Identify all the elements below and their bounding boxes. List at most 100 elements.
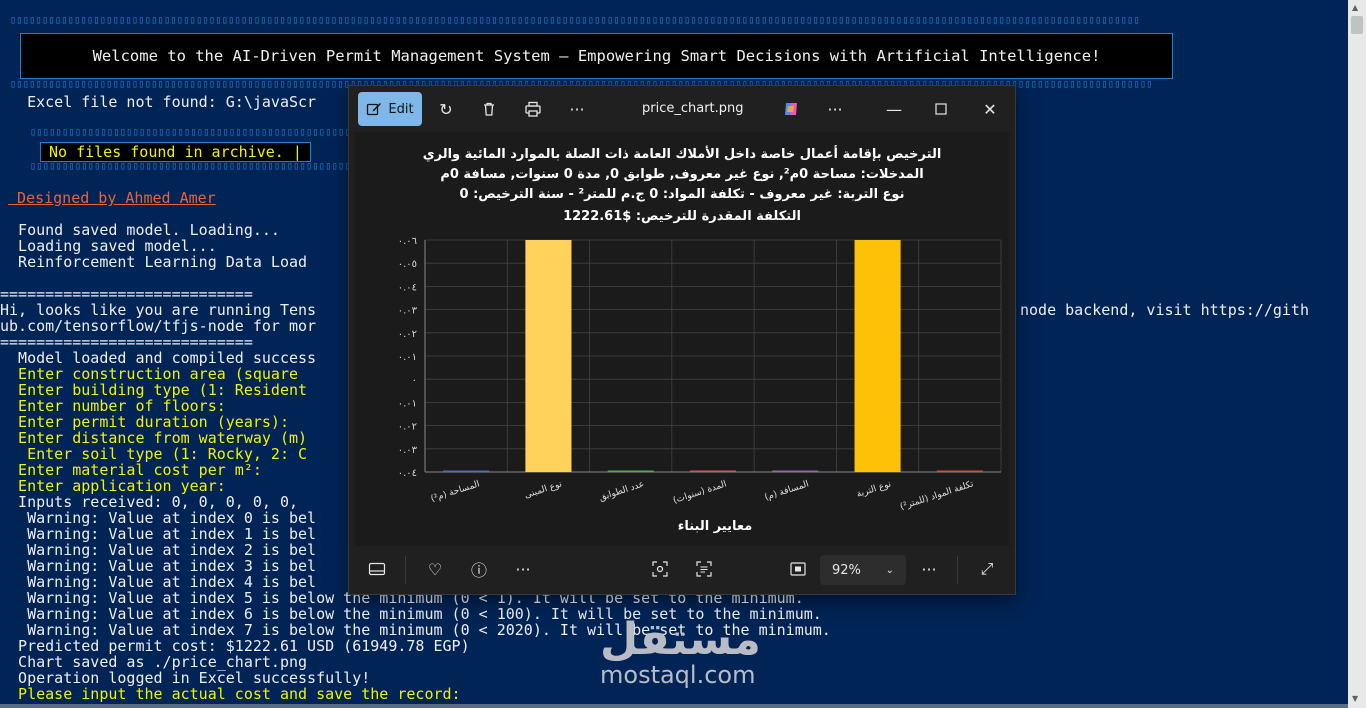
minimize-icon[interactable]: — [879,94,909,124]
chart-title-line: نوع التربة: غير معروف - تكلفة المواد: 0 … [460,187,905,202]
terminal-line: Enter distance from waterway (m) [0,429,308,447]
chart-bar [689,470,737,472]
chart-title-line: الترخيص بإقامة أعمال خاصة داخل الأملاك ا… [423,145,942,162]
terminal-line: Please input the actual cost and save th… [0,685,461,703]
terminal-line: Operation logged in Excel successfully! [0,669,371,687]
y-tick-label: ٠.٠٤ [398,468,417,479]
y-tick-label: ٠.٠٣ [398,306,418,317]
viewer-bottom-bar: ♡ ⓘ ··· 92% ⌄ ··· ⤢ [349,546,1015,594]
info-icon[interactable]: ⓘ [464,554,494,584]
terminal-line: Enter material cost per m²: [0,461,262,479]
x-tick-label: تكلفة المواد (للمتر²) [899,479,975,512]
maximize-icon[interactable] [926,94,956,124]
excel-not-found-line: Excel file not found: G:\javaScr [0,93,317,111]
terminal-line: Enter application year: [0,477,226,495]
bottom-more-icon[interactable]: ··· [508,554,538,584]
chart-title-line: المدخلات: مساحة 0م², نوع غير معروف, طواب… [440,167,923,182]
banner-border-top: ▯▯▯▯▯▯▯▯▯▯▯▯▯▯▯▯▯▯▯▯▯▯▯▯▯▯▯▯▯▯▯▯▯▯▯▯▯▯▯▯… [10,15,1141,26]
price-chart: الترخيص بإقامة أعمال خاصة داخل الأملاك ا… [398,145,1002,534]
edit-icon [367,103,382,116]
chart-bar [772,470,819,472]
welcome-banner-text: Welcome to the AI-Driven Permit Manageme… [92,47,1101,65]
print-icon[interactable] [518,94,548,124]
more-icon[interactable]: ··· [820,94,850,124]
bottom-separator [405,556,406,584]
terminal-line: Reinforcement Learning Data Load [0,253,308,271]
zoom-dropdown[interactable]: 92% ⌄ [820,555,906,585]
terminal-line: ub.com/tensorflow/tfjs-node for mor [0,317,317,335]
terminal-line: Predicted permit cost: $1222.61 USD (619… [0,637,470,655]
copilot-icon[interactable] [776,94,806,124]
zoom-value: 92% [832,562,861,578]
terminal-line: Warning: Value at index 3 is bel [0,557,317,575]
x-tick-label: المدة (سنوات) [672,479,728,506]
terminal-line: Hi, looks like you are running Tens [0,301,317,319]
delete-icon[interactable] [474,94,504,124]
viewer-toolbar: Edit ↻ ··· price_chart.png ··· — ✕ [349,86,1015,132]
fullscreen-icon[interactable]: ⤢ [972,554,1002,584]
designed-by-credit: Designed by Ahmed Amer [8,189,216,207]
chart-image: الترخيص بإقامة أعمال خاصة داخل الأملاك ا… [355,132,1009,546]
no-files-message: No files found in archive. | [40,142,311,162]
terminal-line: Enter permit duration (years): [0,413,289,431]
x-tick-label: المساحة (م²) [430,479,481,504]
chart-title-line: التكلفة المقدرة للترخيص: $1222.61 [563,209,801,224]
x-axis-label: معايير البناء [678,519,753,534]
terminal-line: Enter number of floors: [0,397,226,415]
x-tick-label: نوع التربة [856,479,893,500]
terminal-line: Chart saved as ./price_chart.png [0,653,308,671]
terminal-line: Warning: Value at index 0 is bel [0,509,317,527]
x-tick-label: المسافة (م) [764,479,811,503]
terminal-bottom-edge [0,704,1348,708]
terminal-line: Loading saved model... [0,237,217,255]
chevron-down-icon: ⌄ [885,564,894,576]
chart-bar [607,470,654,472]
actual-size-icon[interactable] [783,554,813,584]
y-tick-label: ٠.٠١ [398,352,417,363]
chart-bar [936,470,983,472]
watermark-latin: mostaql.com [600,661,756,689]
zoom-more-icon[interactable]: ··· [914,554,944,584]
archive-border-bottom: ▯▯▯▯▯▯▯▯▯▯▯▯▯▯▯▯▯▯▯▯▯▯▯▯▯▯▯▯▯▯▯▯▯▯▯▯▯▯▯▯… [30,161,364,172]
terminal-line: Warning: Value at index 1 is bel [0,525,317,543]
y-tick-label: ٠.٠٢ [398,422,417,433]
terminal-line: ============================ [0,285,253,303]
terminal-line: Inputs received: 0, 0, 0, 0, 0, [0,493,299,511]
tf-notice-continuation: node backend, visit https://gith [1020,301,1309,319]
watermark-arabic: مستقل [600,614,761,665]
rotate-icon[interactable]: ↻ [431,94,461,124]
y-tick-label: ٠.٠٣ [398,445,418,456]
photos-viewer-window[interactable]: Edit ↻ ··· price_chart.png ··· — ✕ الترخ… [349,86,1015,594]
file-name: price_chart.png [642,101,744,116]
terminal-line: Enter construction area (square [0,365,299,383]
chart-bar [525,240,572,472]
text-scan-icon[interactable] [689,554,719,584]
chart-bar [443,470,490,472]
more-options-icon[interactable]: ··· [562,94,592,124]
terminal-line: Warning: Value at index 4 is bel [0,573,317,591]
filmstrip-icon[interactable] [362,554,392,584]
x-tick-label: عدد الطوابق [598,479,646,503]
y-tick-label: ٠.٠١ [398,398,417,409]
y-tick-label: ٠.٠٤ [398,282,417,293]
welcome-banner: Welcome to the AI-Driven Permit Manageme… [20,33,1173,79]
terminal-line: Found saved model. Loading... [0,221,280,239]
terminal-line: Model loaded and compiled success [0,349,317,367]
x-tick-label: نوع المبنى [523,479,563,500]
scrollbar-thumb[interactable] [1351,16,1363,34]
favorite-icon[interactable]: ♡ [420,554,450,584]
terminal-line: Enter soil type (1: Rocky, 2: C [0,445,308,463]
scroll-down-icon[interactable]: ▼ [1352,694,1358,703]
terminal-scrollbar[interactable]: ▲ ▼ [1348,0,1366,708]
bottom-separator-2 [957,556,958,584]
terminal-line: Enter building type (1: Resident [0,381,308,399]
visual-search-icon[interactable] [645,554,675,584]
mostaql-watermark: مستقل mostaql.com [600,614,761,689]
edit-button[interactable]: Edit [358,92,422,126]
y-tick-label: ٠.٠٦ [398,236,417,247]
chart-bar [854,240,901,472]
archive-border-top: ▯▯▯▯▯▯▯▯▯▯▯▯▯▯▯▯▯▯▯▯▯▯▯▯▯▯▯▯▯▯▯▯▯▯▯▯▯▯▯▯… [30,127,364,138]
y-tick-label: ٠.٠٥ [398,259,417,270]
close-icon[interactable]: ✕ [975,94,1005,124]
scroll-up-icon[interactable]: ▲ [1352,3,1358,12]
